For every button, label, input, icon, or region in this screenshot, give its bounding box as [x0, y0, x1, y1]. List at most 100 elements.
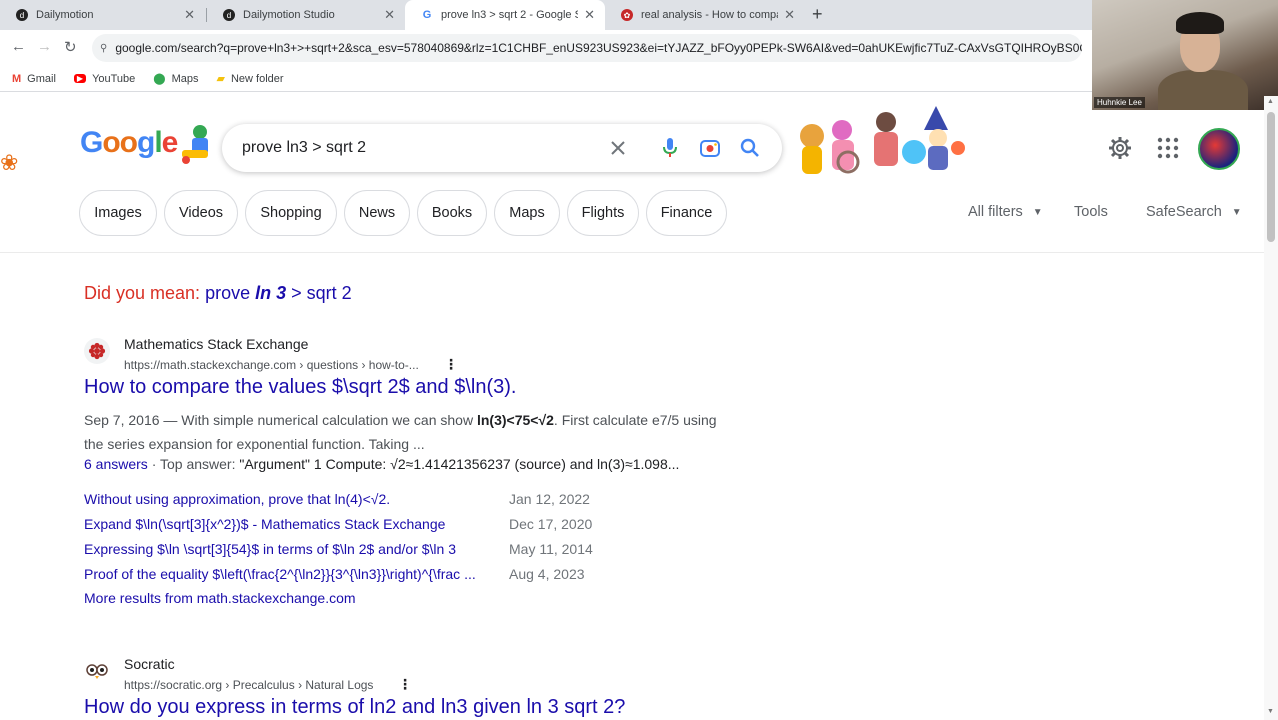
address-bar[interactable]: ⚲ google.com/search?q=prove+ln3+>+sqrt+2… [92, 34, 1082, 62]
maps-icon: ⬤ [153, 73, 166, 85]
halloween-doodle-fragment: ❀ [0, 150, 19, 175]
search-input[interactable] [242, 136, 602, 160]
bookmark-label: YouTube [92, 72, 136, 85]
dropdown-caret-icon: ▼ [1032, 206, 1043, 218]
sublink[interactable]: Expressing $\ln \sqrt[3]{54}$ in terms o… [84, 541, 456, 557]
stackexchange-icon [84, 338, 110, 364]
tools-button[interactable]: Tools [1074, 204, 1108, 220]
result-title-link[interactable]: How do you express in terms of ln2 and l… [84, 696, 625, 719]
chip-images[interactable]: Images [79, 190, 157, 236]
youtube-icon: ▶ [73, 74, 87, 83]
tab-title: Dailymotion [36, 9, 94, 21]
sublink-date: May 11, 2014 [509, 541, 593, 557]
logo-letter: o [102, 126, 120, 159]
result-source-name: Socratic [124, 656, 175, 672]
safesearch-label: SafeSearch [1146, 204, 1222, 220]
chip-finance[interactable]: Finance [646, 190, 727, 236]
url-text: google.com/search?q=prove+ln3+>+sqrt+2&s… [115, 41, 1082, 55]
forward-icon[interactable]: → [37, 38, 52, 55]
chip-maps[interactable]: Maps [494, 190, 560, 236]
presenter-body [1158, 70, 1248, 110]
bookmark-label: New folder [230, 72, 284, 85]
result-snippet: Sep 7, 2016 — With simple numerical calc… [84, 408, 724, 456]
reload-icon[interactable]: ↻ [64, 38, 77, 56]
chip-news[interactable]: News [344, 190, 410, 236]
all-filters-button[interactable]: All filters ▼ [968, 204, 1043, 220]
result-source-name: Mathematics Stack Exchange [124, 336, 309, 352]
doodle-mascot-icon [182, 125, 208, 164]
bookmark-new-folder[interactable]: ▰ New folder [216, 72, 284, 86]
chip-label: Finance [660, 205, 713, 221]
result-url: https://socratic.org › Precalculus › Nat… [124, 678, 374, 692]
scroll-down-icon[interactable]: ▼ [1267, 708, 1274, 715]
sublink-date: Dec 17, 2020 [509, 516, 593, 532]
logo-letter: g [137, 126, 155, 159]
result-title-link[interactable]: How to compare the values $\sqrt 2$ and … [84, 376, 516, 399]
account-avatar[interactable] [1198, 128, 1240, 170]
google-icon: G [422, 9, 432, 21]
google-doodle-logo[interactable]: Google [80, 126, 178, 160]
sublink[interactable]: Proof of the equality $\left(\frac{2^{\l… [84, 566, 496, 582]
close-icon[interactable]: ✕ [384, 7, 395, 23]
bookmarks-bar: M Gmail ▶ YouTube ⬤ Maps ▰ New folder [0, 66, 1278, 92]
tab-dailymotion-studio[interactable]: d Dailymotion Studio ✕ [207, 0, 405, 30]
browser-toolbar: ← → ↻ ⚲ google.com/search?q=prove+ln3+>+… [0, 30, 1278, 66]
sublink-date: Aug 4, 2023 [509, 566, 585, 582]
tab-google-search[interactable]: G prove ln3 > sqrt 2 - Google Sea ✕ [405, 0, 605, 30]
safesearch-button[interactable]: SafeSearch ▼ [1146, 204, 1242, 220]
snippet-bold: ln(3)<75<√2 [476, 412, 554, 428]
bookmark-gmail[interactable]: M Gmail [12, 73, 56, 85]
close-icon[interactable]: ✕ [584, 7, 595, 23]
sublink-text: Expressing $\ln \sqrt[3]{54}$ in terms o… [84, 541, 456, 557]
result-url: https://math.stackexchange.com › questio… [124, 358, 419, 372]
sublink[interactable]: Without using approximation, prove that … [84, 491, 390, 507]
did-you-mean-label: Did you mean: [84, 283, 201, 303]
more-options-icon[interactable]: ⋮ [398, 676, 412, 693]
stackexchange-icon: ✿ [621, 9, 633, 21]
more-results-link[interactable]: More results from math.stackexchange.com [84, 590, 356, 606]
clear-icon[interactable] [606, 136, 630, 160]
halloween-doodle-icon[interactable] [796, 100, 966, 178]
socratic-owl-icon [84, 658, 110, 684]
tab-title: Dailymotion Studio [243, 9, 335, 21]
microphone-icon[interactable] [658, 136, 682, 160]
tab-title: prove ln3 > sqrt 2 - Google Sea [441, 9, 578, 21]
close-icon[interactable]: ✕ [784, 7, 795, 23]
bookmark-youtube[interactable]: ▶ YouTube [73, 72, 136, 85]
close-icon[interactable]: ✕ [184, 7, 195, 23]
tools-label: Tools [1074, 204, 1108, 220]
answers-line: 6 answers · Top answer: "Argument" 1 Com… [84, 456, 679, 472]
search-icon[interactable] [738, 136, 762, 160]
bookmark-label: Maps [171, 72, 199, 85]
snippet-text: Sep 7, 2016 — With simple numerical calc… [84, 412, 477, 428]
header-divider [0, 252, 1264, 253]
chip-videos[interactable]: Videos [164, 190, 238, 236]
bookmark-label: Gmail [27, 72, 56, 85]
chip-label: Images [94, 205, 142, 221]
search-box [222, 124, 782, 172]
chip-books[interactable]: Books [417, 190, 487, 236]
did-you-mean-link[interactable]: prove ln 3 > sqrt 2 [205, 283, 352, 303]
sublink-text: Expand $\ln(\sqrt[3]{x^2})$ - Mathematic… [84, 516, 446, 532]
bookmark-maps[interactable]: ⬤ Maps [153, 72, 199, 86]
answers-count-link[interactable]: 6 answers [84, 456, 148, 472]
dailymotion-icon: d [223, 9, 235, 21]
scrollbar-thumb[interactable] [1267, 112, 1275, 242]
back-icon[interactable]: ← [11, 38, 26, 55]
google-apps-icon[interactable] [1156, 136, 1180, 160]
lens-camera-icon[interactable] [698, 136, 722, 160]
sublink-text: Without using approximation, prove that … [84, 491, 391, 507]
chip-shopping[interactable]: Shopping [245, 190, 337, 236]
scroll-up-icon[interactable]: ▲ [1267, 98, 1274, 105]
new-tab-button[interactable]: + [812, 4, 823, 25]
tab-stackexchange[interactable]: ✿ real analysis - How to compare t ✕ [605, 0, 805, 30]
settings-gear-icon[interactable] [1108, 136, 1132, 160]
sublink[interactable]: Expand $\ln(\sqrt[3]{x^2})$ - Mathematic… [84, 516, 445, 532]
chip-label: News [358, 205, 396, 221]
page-scrollbar[interactable]: ▲ ▼ [1264, 96, 1278, 720]
tab-dailymotion[interactable]: d Dailymotion ✕ [0, 0, 205, 30]
site-info-icon[interactable]: ⚲ [100, 43, 107, 54]
folder-icon: ▰ [216, 73, 225, 85]
chip-flights[interactable]: Flights [567, 190, 639, 236]
more-options-icon[interactable]: ⋮ [444, 356, 458, 373]
